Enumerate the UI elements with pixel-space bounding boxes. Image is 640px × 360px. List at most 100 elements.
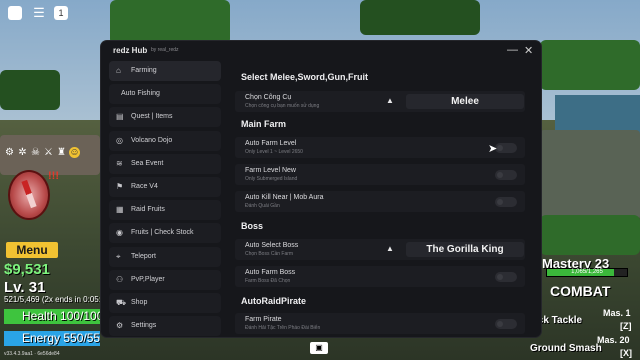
toggle-switch[interactable] (495, 272, 517, 282)
dropdown-value[interactable]: Melee (406, 94, 524, 109)
row-label: Auto Select Boss (245, 242, 299, 249)
rock (540, 130, 640, 220)
weapon-dropdown[interactable]: Chọn Công Cụ Chọn công cụ bạn muốn sử dụ… (235, 91, 525, 112)
compass-icon[interactable] (8, 170, 50, 220)
scroll-icon: ▤ (116, 112, 124, 122)
minimize-icon[interactable]: — (507, 44, 518, 56)
skill-name[interactable]: ick Tackle (535, 315, 582, 326)
toggle-switch[interactable] (495, 143, 517, 153)
section-title: Select Melee,Sword,Gun,Fruit (241, 72, 369, 82)
sidebar-item-label: Shop (131, 298, 148, 306)
chat-icon[interactable]: 1 (54, 6, 68, 20)
skill-cost: Mas. 20 (597, 335, 630, 345)
energy-bar: Energy 550/550 (4, 331, 100, 346)
grid-icon: ▦ (116, 205, 124, 215)
health-bar: Health 100/100 (4, 309, 100, 324)
row-label: Auto Farm Level (245, 140, 297, 147)
row-desc: Chọn công cụ bạn muốn sử dụng (245, 103, 320, 109)
dropdown-value[interactable]: The Gorilla King (406, 242, 524, 257)
row-label: Auto Kill Near | Mob Aura (245, 194, 324, 201)
sidebar-item-settings[interactable]: ⚙ Settings (109, 316, 221, 337)
toggle-row-auto-farm-level[interactable]: Auto Farm Level Only Level 1 ~ Level 265… (235, 137, 525, 158)
sidebar-item-label: Farming (131, 67, 157, 74)
combat-style-label: COMBAT (550, 283, 611, 299)
sidebar-item-label: Quest | Items (131, 113, 173, 121)
sidebar-item-auto-fishing[interactable]: Auto Fishing (109, 84, 221, 105)
sidebar-item-quest-items[interactable]: ▤ Quest | Items (109, 107, 221, 128)
sidebar-item-fruits-check-stock[interactable]: ◉ Fruits | Check Stock (109, 223, 221, 244)
row-desc: Đánh Hải Tặc Trên Pháo Đài Biển (245, 325, 321, 331)
chevron-up-icon: ▲ (386, 244, 394, 253)
sidebar-item-sea-event[interactable]: ≋ Sea Event (109, 153, 221, 174)
sidebar-item-teleport[interactable]: ⌖ Teleport (109, 246, 221, 267)
sword-icon[interactable]: ⚔ (43, 147, 54, 158)
hub-titlebar[interactable]: redz Hub by real_redz — ✕ (101, 41, 541, 61)
toggle-row-auto-farm-boss[interactable]: Auto Farm Boss Farm Boss Đã Chọn (235, 266, 525, 287)
energy-label: Energy 550/550 (22, 331, 100, 345)
sidebar-item-label: Volcano Dojo (131, 136, 173, 144)
toggle-switch[interactable] (495, 197, 517, 207)
globe-icon: ◎ (116, 135, 123, 145)
skull-icon[interactable]: ☠ (30, 147, 41, 158)
flag-icon: ⚑ (116, 181, 124, 191)
row-label: Farm Pirate (245, 316, 282, 323)
toggle-row-farm-pirate[interactable]: Farm Pirate Đánh Hải Tặc Trên Pháo Đài B… (235, 313, 525, 334)
sidebar-item-label: Auto Fishing (121, 90, 160, 98)
roblox-logo-icon[interactable] (8, 6, 22, 20)
tree-canopy (110, 0, 230, 45)
sidebar-item-pvp-player[interactable]: ⚇ PvP,Player (109, 269, 221, 290)
crew-icon[interactable]: ✲ (17, 147, 28, 158)
row-label: Auto Farm Boss (245, 269, 296, 276)
hub-title: redz Hub (113, 46, 148, 55)
pin-icon: ⌖ (116, 251, 121, 261)
toggle-switch[interactable] (495, 319, 517, 329)
boss-dropdown[interactable]: Auto Select Boss Chọn Boss Cần Farm ▲ Th… (235, 239, 525, 260)
hamburger-icon[interactable]: ☰ (32, 6, 46, 20)
sidebar-item-label: Settings (131, 322, 157, 330)
section-title: Boss (241, 221, 264, 231)
section-title: Main Farm (241, 119, 287, 129)
wave-icon: ≋ (116, 158, 123, 168)
money-label: $9,531 (4, 261, 50, 278)
skill-cost: Mas. 1 (603, 308, 631, 318)
sidebar-item-volcano-dojo[interactable]: ◎ Volcano Dojo (109, 130, 221, 151)
skill-key: [Z] (620, 321, 632, 331)
gear-icon[interactable]: ⚙ (4, 147, 15, 158)
sidebar-item-label: Raid Fruits (131, 206, 165, 214)
cart-icon: ⛟ (116, 297, 127, 307)
level-label: Lv. 31 (4, 279, 46, 296)
sidebar-item-farming[interactable]: ⌂ Farming (109, 61, 221, 81)
menu-button[interactable]: Menu (6, 242, 58, 258)
row-desc: Chọn Boss Cần Farm (245, 251, 294, 257)
skill-key: [X] (620, 348, 632, 358)
chat-badge: 1 (58, 8, 64, 18)
status-icons: ⚙ ✲ ☠ ⚔ ♜ ☺ (4, 147, 80, 158)
hub-subtitle: by real_redz (151, 47, 179, 53)
avatar-icon[interactable]: ☺ (69, 147, 80, 158)
alert-text: !!! (48, 170, 59, 182)
trophy-icon[interactable]: ♜ (56, 147, 67, 158)
hub-sidebar: ⌂ Farming Auto Fishing ▤ Quest | Items ◎ Vo… (109, 61, 221, 337)
row-desc: Đánh Quái Gần (245, 203, 280, 209)
mastery-bar: 1,065/1,265 (546, 268, 628, 277)
skill-name[interactable]: Ground Smash (530, 343, 602, 354)
close-icon[interactable]: ✕ (524, 44, 533, 57)
xp-label: 521/5,469 (2x ends in 0:05: (4, 295, 101, 304)
toggle-switch[interactable] (495, 170, 517, 180)
version-label: v33.4.3.9aa1 · 6e56de84 (4, 351, 60, 357)
sidebar-item-shop[interactable]: ⛟ Shop (109, 292, 221, 313)
toggle-row-farm-level-new[interactable]: Farm Level New Only Submerged Island (235, 164, 525, 185)
water (555, 95, 640, 135)
gear-icon: ⚙ (116, 321, 124, 331)
hub-window: redz Hub by real_redz — ✕ ⌂ Farming Auto … (101, 41, 541, 337)
row-label: Chọn Công Cụ (245, 94, 292, 101)
toggle-row-mob-aura[interactable]: Auto Kill Near | Mob Aura Đánh Quái Gần (235, 191, 525, 212)
mobile-keyboard-icon[interactable]: ▣ (310, 342, 328, 354)
sidebar-item-label: Fruits | Check Stock (131, 229, 194, 237)
sidebar-item-label: PvP,Player (131, 275, 165, 283)
sidebar-item-raid-fruits[interactable]: ▦ Raid Fruits (109, 200, 221, 221)
sidebar-item-race-v4[interactable]: ⚑ Race V4 (109, 176, 221, 197)
tree-canopy (540, 40, 640, 90)
mastery-progress: 1,065/1,265 (571, 269, 603, 275)
apple-icon: ◉ (116, 228, 123, 238)
